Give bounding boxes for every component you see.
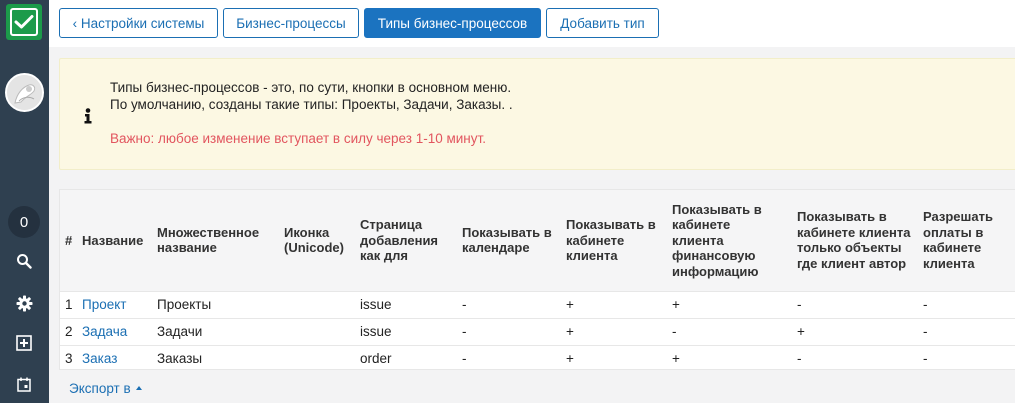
export-dropdown[interactable]: Экспорт в — [69, 381, 142, 396]
cell-num: 3 — [65, 351, 73, 367]
cell-page: order — [360, 351, 392, 367]
cell-cabinet: + — [566, 324, 574, 339]
alert-text-line2: По умолчанию, созданы такие типы: Проект… — [110, 97, 513, 112]
cell-num: 1 — [65, 297, 73, 312]
cell-icon — [284, 291, 360, 318]
table-row: 1 Проект Проекты issue - + + - - — [60, 291, 1015, 318]
col-header-name[interactable]: Название — [82, 190, 157, 291]
col-header-calendar[interactable]: Показывать в календаре — [462, 190, 566, 291]
process-types-button[interactable]: Типы бизнес-процессов — [364, 8, 541, 38]
business-processes-button[interactable]: Бизнес-процессы — [223, 8, 359, 38]
col-header-icon[interactable]: Иконка (Unicode) — [284, 190, 360, 291]
caret-up-icon — [135, 386, 142, 391]
avatar[interactable] — [5, 73, 44, 112]
process-types-table: # Название Множественное название Иконка… — [59, 189, 1015, 370]
sidebar: 0 — [0, 0, 49, 403]
table-row: 3 Заказ Заказы order - + + - - — [60, 345, 1015, 372]
export-label: Экспорт в — [69, 381, 131, 396]
add-type-button[interactable]: Добавить тип — [546, 8, 659, 38]
cell-own-only: - — [797, 351, 802, 367]
cell-page: issue — [360, 297, 392, 312]
col-header-cabinet[interactable]: Показывать в кабинете клиента — [566, 190, 672, 291]
system-settings-button[interactable]: ‹ Настройки системы — [59, 8, 218, 38]
gear-icon[interactable] — [13, 292, 35, 314]
cell-finance: - — [672, 324, 677, 339]
cell-finance: + — [672, 351, 680, 367]
cell-payments: - — [923, 324, 928, 339]
alert-text-line1: Типы бизнес-процессов - это, по сути, кн… — [110, 80, 512, 95]
cell-finance: + — [672, 297, 680, 312]
cell-cabinet: + — [566, 351, 574, 367]
cell-icon — [284, 345, 360, 372]
logo-checkbox-icon[interactable] — [6, 4, 42, 40]
cell-calendar: - — [462, 351, 467, 367]
cell-icon — [284, 318, 360, 345]
cell-plural: Проекты — [157, 297, 212, 312]
search-icon[interactable] — [13, 250, 35, 272]
cell-cabinet: + — [566, 297, 574, 312]
cell-name-link[interactable]: Заказ — [82, 351, 117, 366]
cell-page: issue — [360, 324, 392, 339]
info-icon — [82, 108, 94, 124]
cell-num: 2 — [65, 324, 73, 339]
cell-payments: - — [923, 297, 928, 312]
cell-name-link[interactable]: Проект — [82, 297, 126, 312]
cell-own-only: - — [797, 297, 802, 312]
col-header-finance[interactable]: Показывать в кабинете клиента финансовую… — [672, 190, 797, 291]
alert-warning: Важно: любое изменение вступает в силу ч… — [110, 131, 486, 146]
cell-payments: - — [923, 351, 928, 367]
cell-calendar: - — [462, 324, 467, 339]
table-header-row: # Название Множественное название Иконка… — [60, 190, 1015, 291]
col-header-page[interactable]: Страница добавления как для — [360, 190, 462, 291]
col-header-plural[interactable]: Множественное название — [157, 190, 284, 291]
plus-square-icon[interactable] — [13, 332, 35, 354]
col-header-own-only[interactable]: Показывать в кабинете клиента только объ… — [797, 190, 923, 291]
col-header-payments[interactable]: Разрешать оплаты в кабинете клиента — [923, 190, 1015, 291]
col-header-num[interactable]: # — [60, 190, 82, 291]
cell-calendar: - — [462, 297, 467, 312]
info-alert: Типы бизнес-процессов - это, по сути, кн… — [59, 58, 1015, 170]
notification-counter[interactable]: 0 — [8, 206, 40, 238]
cell-plural: Заказы — [157, 351, 203, 367]
cell-own-only: + — [797, 324, 805, 339]
table-row: 2 Задача Задачи issue - + - + - — [60, 318, 1015, 345]
cell-plural: Задачи — [157, 324, 203, 339]
cell-name-link[interactable]: Задача — [82, 324, 127, 339]
calendar-icon[interactable] — [13, 373, 35, 395]
